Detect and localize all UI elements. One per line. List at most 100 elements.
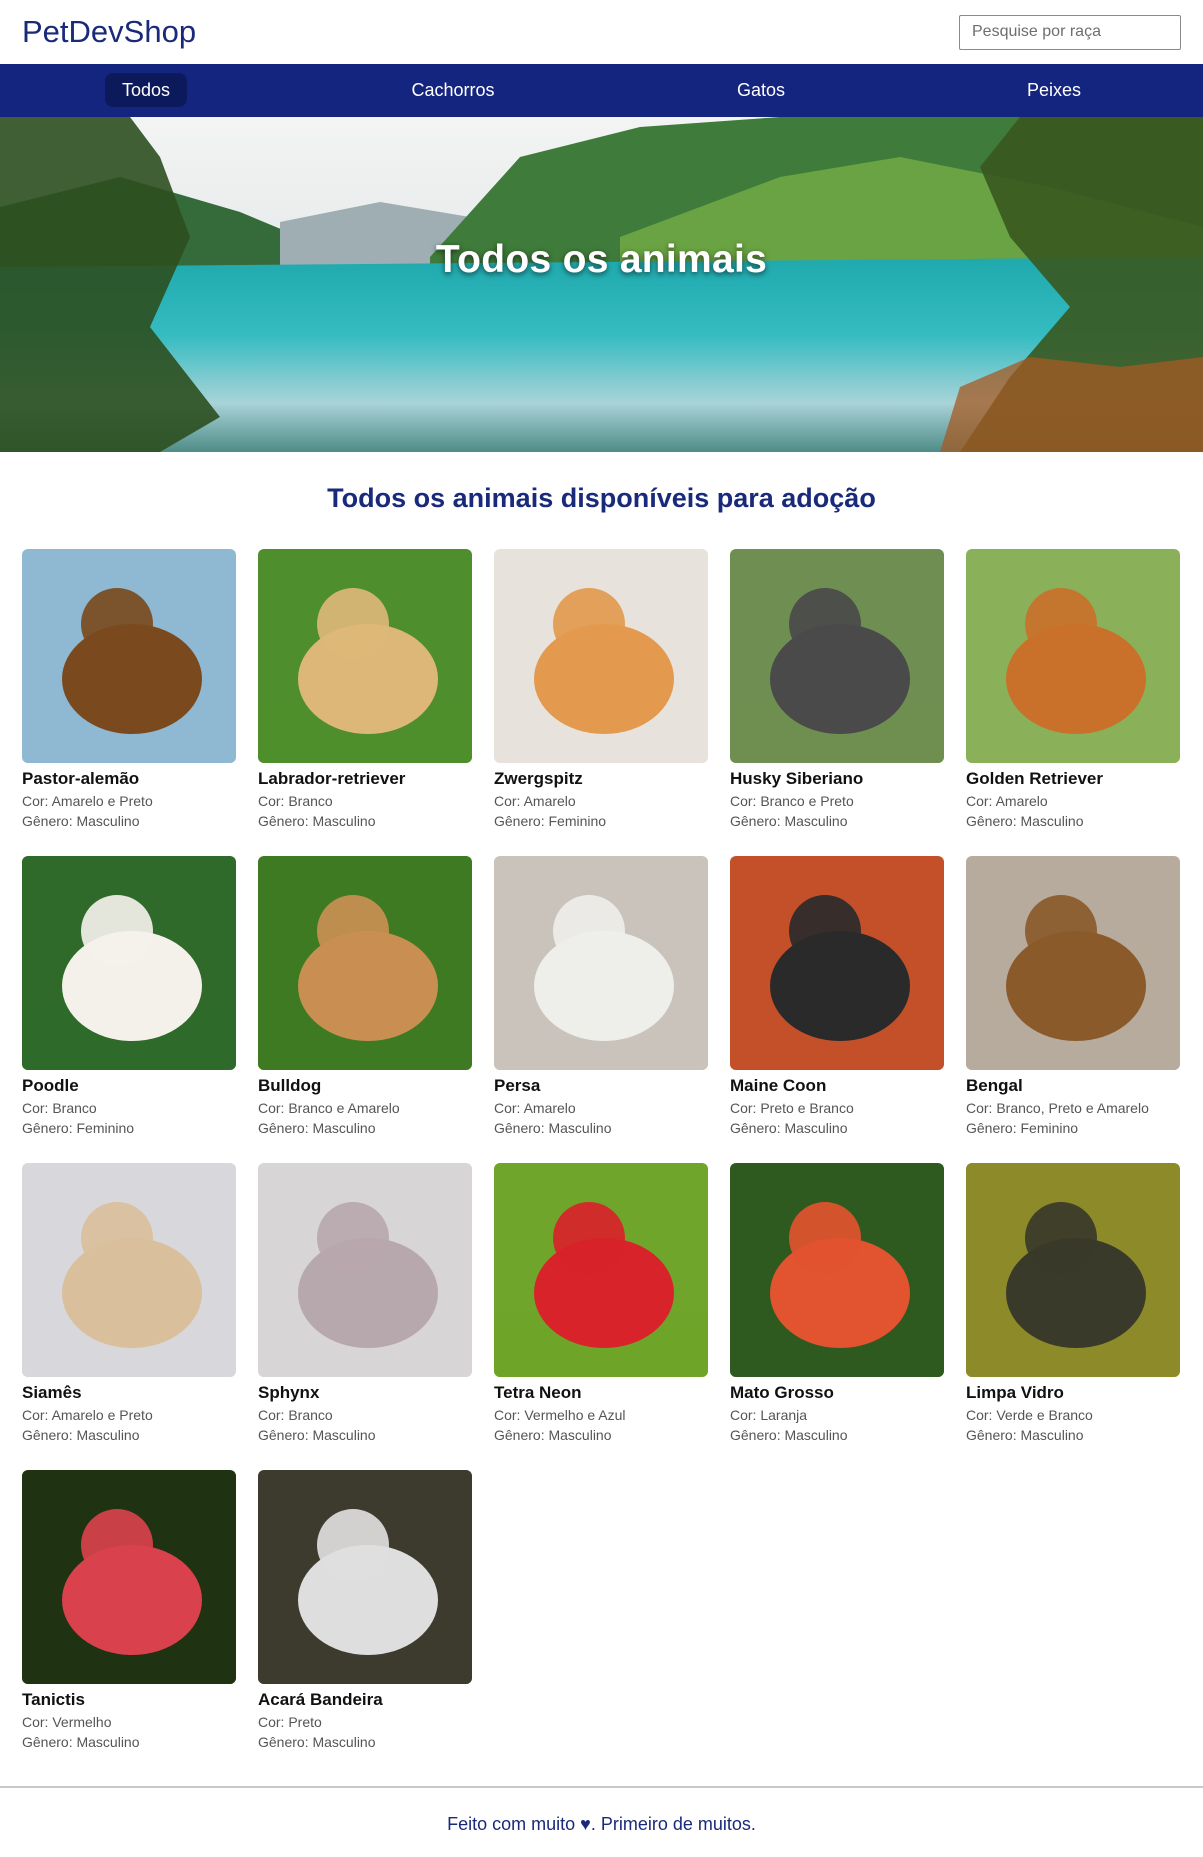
site-logo[interactable]: PetDevShop bbox=[22, 14, 196, 50]
pet-color: Cor: Amarelo bbox=[494, 793, 576, 809]
pet-photo[interactable] bbox=[258, 1163, 472, 1377]
pet-card[interactable]: Sphynx Cor: Branco Gênero: Masculino bbox=[258, 1163, 472, 1470]
pet-photo[interactable] bbox=[966, 549, 1180, 763]
site-footer: Feito com muito ♥. Primeiro de muitos. bbox=[0, 1786, 1203, 1835]
pet-photo-image bbox=[966, 549, 1180, 763]
pet-photo-image bbox=[494, 549, 708, 763]
hero-landscape-image bbox=[0, 117, 1203, 452]
pet-photo[interactable] bbox=[22, 856, 236, 1070]
footer-text-before: Feito com muito bbox=[447, 1814, 581, 1834]
pet-gender: Gênero: Masculino bbox=[258, 1734, 376, 1750]
tab-cachorros[interactable]: Cachorros bbox=[394, 73, 511, 107]
pet-photo[interactable] bbox=[258, 1470, 472, 1684]
pet-gender: Gênero: Masculino bbox=[730, 1120, 848, 1136]
pet-name[interactable]: Sphynx bbox=[258, 1383, 472, 1403]
pet-name[interactable]: Acará Bandeira bbox=[258, 1690, 472, 1710]
pet-card[interactable]: Pastor-alemão Cor: Amarelo e Preto Gênero:… bbox=[22, 549, 236, 856]
pet-card[interactable]: Golden Retriever Cor: Amarelo Gênero: Masc… bbox=[966, 549, 1180, 856]
pet-card[interactable]: Acará Bandeira Cor: Preto Gênero: Masculin… bbox=[258, 1470, 472, 1777]
pet-photo-image bbox=[258, 856, 472, 1070]
pet-card[interactable]: Siamês Cor: Amarelo e Preto Gênero: Mascul… bbox=[22, 1163, 236, 1470]
pet-card[interactable]: Zwergspitz Cor: Amarelo Gênero: Feminino bbox=[494, 549, 708, 856]
pet-color: Cor: Amarelo e Preto bbox=[22, 793, 153, 809]
pet-card[interactable]: Persa Cor: Amarelo Gênero: Masculino bbox=[494, 856, 708, 1163]
pet-photo[interactable] bbox=[730, 1163, 944, 1377]
pet-card[interactable]: Bengal Cor: Branco, Preto e Amarelo Gênero… bbox=[966, 856, 1180, 1163]
pet-name[interactable]: Siamês bbox=[22, 1383, 236, 1403]
section-title: Todos os animais disponíveis para adoção bbox=[327, 483, 876, 513]
pet-gender: Gênero: Masculino bbox=[22, 1734, 140, 1750]
pet-card[interactable]: Bulldog Cor: Branco e Amarelo Gênero: Masc… bbox=[258, 856, 472, 1163]
pet-name[interactable]: Labrador-retriever bbox=[258, 769, 472, 789]
pet-name[interactable]: Golden Retriever bbox=[966, 769, 1180, 789]
pet-name[interactable]: Persa bbox=[494, 1076, 708, 1096]
pet-name[interactable]: Bulldog bbox=[258, 1076, 472, 1096]
pet-color: Cor: Branco bbox=[258, 793, 333, 809]
pet-photo[interactable] bbox=[258, 549, 472, 763]
pet-photo-image bbox=[966, 1163, 1180, 1377]
pet-color: Cor: Amarelo e Preto bbox=[22, 1407, 153, 1423]
pet-color: Cor: Laranja bbox=[730, 1407, 808, 1423]
hero-banner: Todos os animais bbox=[0, 117, 1203, 452]
pet-gender: Gênero: Masculino bbox=[730, 1427, 848, 1443]
pet-color: Cor: Preto e Branco bbox=[730, 1100, 854, 1116]
pet-color: Cor: Amarelo bbox=[494, 1100, 576, 1116]
pet-gender: Gênero: Feminino bbox=[966, 1120, 1079, 1136]
pet-color: Cor: Branco e Preto bbox=[730, 793, 854, 809]
pet-card[interactable]: Husky Siberiano Cor: Branco e Preto Gênero… bbox=[730, 549, 944, 856]
hero-title: Todos os animais bbox=[435, 238, 768, 281]
pet-card[interactable]: Limpa Vidro Cor: Verde e Branco Gênero: Ma… bbox=[966, 1163, 1180, 1470]
pet-color: Cor: Branco bbox=[258, 1407, 333, 1423]
heart-icon: ♥ bbox=[580, 1814, 591, 1834]
pet-card[interactable]: Tetra Neon Cor: Vermelho e Azul Gênero: Ma… bbox=[494, 1163, 708, 1470]
pet-name[interactable]: Bengal bbox=[966, 1076, 1180, 1096]
pet-photo[interactable] bbox=[730, 856, 944, 1070]
pet-photo[interactable] bbox=[22, 549, 236, 763]
pet-color: Cor: Branco e Amarelo bbox=[258, 1100, 400, 1116]
pet-photo[interactable] bbox=[730, 549, 944, 763]
pet-gender: Gênero: Masculino bbox=[966, 1427, 1084, 1443]
pet-gender: Gênero: Masculino bbox=[494, 1427, 612, 1443]
footer-text-after: . Primeiro de muitos. bbox=[590, 1814, 756, 1834]
pet-photo-image bbox=[22, 1470, 236, 1684]
pet-photo[interactable] bbox=[22, 1163, 236, 1377]
pet-color: Cor: Amarelo bbox=[966, 793, 1048, 809]
pet-photo-image bbox=[966, 856, 1180, 1070]
pet-photo[interactable] bbox=[494, 856, 708, 1070]
pet-name[interactable]: Poodle bbox=[22, 1076, 236, 1096]
pet-name[interactable]: Tanictis bbox=[22, 1690, 236, 1710]
pet-gender: Gênero: Feminino bbox=[22, 1120, 135, 1136]
pet-name[interactable]: Tetra Neon bbox=[494, 1383, 708, 1403]
pet-name[interactable]: Pastor-alemão bbox=[22, 769, 236, 789]
pet-photo-image bbox=[258, 1470, 472, 1684]
pet-card[interactable]: Tanictis Cor: Vermelho Gênero: Masculino bbox=[22, 1470, 236, 1777]
tab-todos[interactable]: Todos bbox=[104, 73, 188, 107]
pet-card[interactable]: Poodle Cor: Branco Gênero: Feminino bbox=[22, 856, 236, 1163]
pet-photo[interactable] bbox=[494, 1163, 708, 1377]
tab-peixes[interactable]: Peixes bbox=[1010, 73, 1098, 107]
pet-gender: Gênero: Masculino bbox=[22, 813, 140, 829]
pet-card[interactable]: Mato Grosso Cor: Laranja Gênero: Masculino bbox=[730, 1163, 944, 1470]
pet-photo-image bbox=[22, 1163, 236, 1377]
pet-card[interactable]: Maine Coon Cor: Preto e Branco Gênero: Mas… bbox=[730, 856, 944, 1163]
pet-photo-image bbox=[22, 549, 236, 763]
pet-photo[interactable] bbox=[22, 1470, 236, 1684]
pet-photo[interactable] bbox=[494, 549, 708, 763]
pet-photo-image bbox=[730, 549, 944, 763]
pet-photo[interactable] bbox=[966, 856, 1180, 1070]
pet-card[interactable]: Labrador-retriever Cor: Branco Gênero: Mas… bbox=[258, 549, 472, 856]
pet-name[interactable]: Mato Grosso bbox=[730, 1383, 944, 1403]
pet-photo-image bbox=[730, 856, 944, 1070]
pet-name[interactable]: Maine Coon bbox=[730, 1076, 944, 1096]
tab-gatos[interactable]: Gatos bbox=[720, 73, 802, 107]
pet-name[interactable]: Husky Siberiano bbox=[730, 769, 944, 789]
pet-name[interactable]: Zwergspitz bbox=[494, 769, 708, 789]
pet-color: Cor: Branco, Preto e Amarelo bbox=[966, 1100, 1149, 1116]
search-input[interactable] bbox=[959, 14, 1181, 50]
category-nav: Todos Cachorros Gatos Peixes bbox=[0, 64, 1203, 117]
pet-name[interactable]: Limpa Vidro bbox=[966, 1383, 1180, 1403]
pet-grid: Pastor-alemão Cor: Amarelo e Preto Gênero:… bbox=[22, 549, 1182, 1777]
pet-photo[interactable] bbox=[258, 856, 472, 1070]
pet-gender: Gênero: Masculino bbox=[22, 1427, 140, 1443]
pet-photo[interactable] bbox=[966, 1163, 1180, 1377]
